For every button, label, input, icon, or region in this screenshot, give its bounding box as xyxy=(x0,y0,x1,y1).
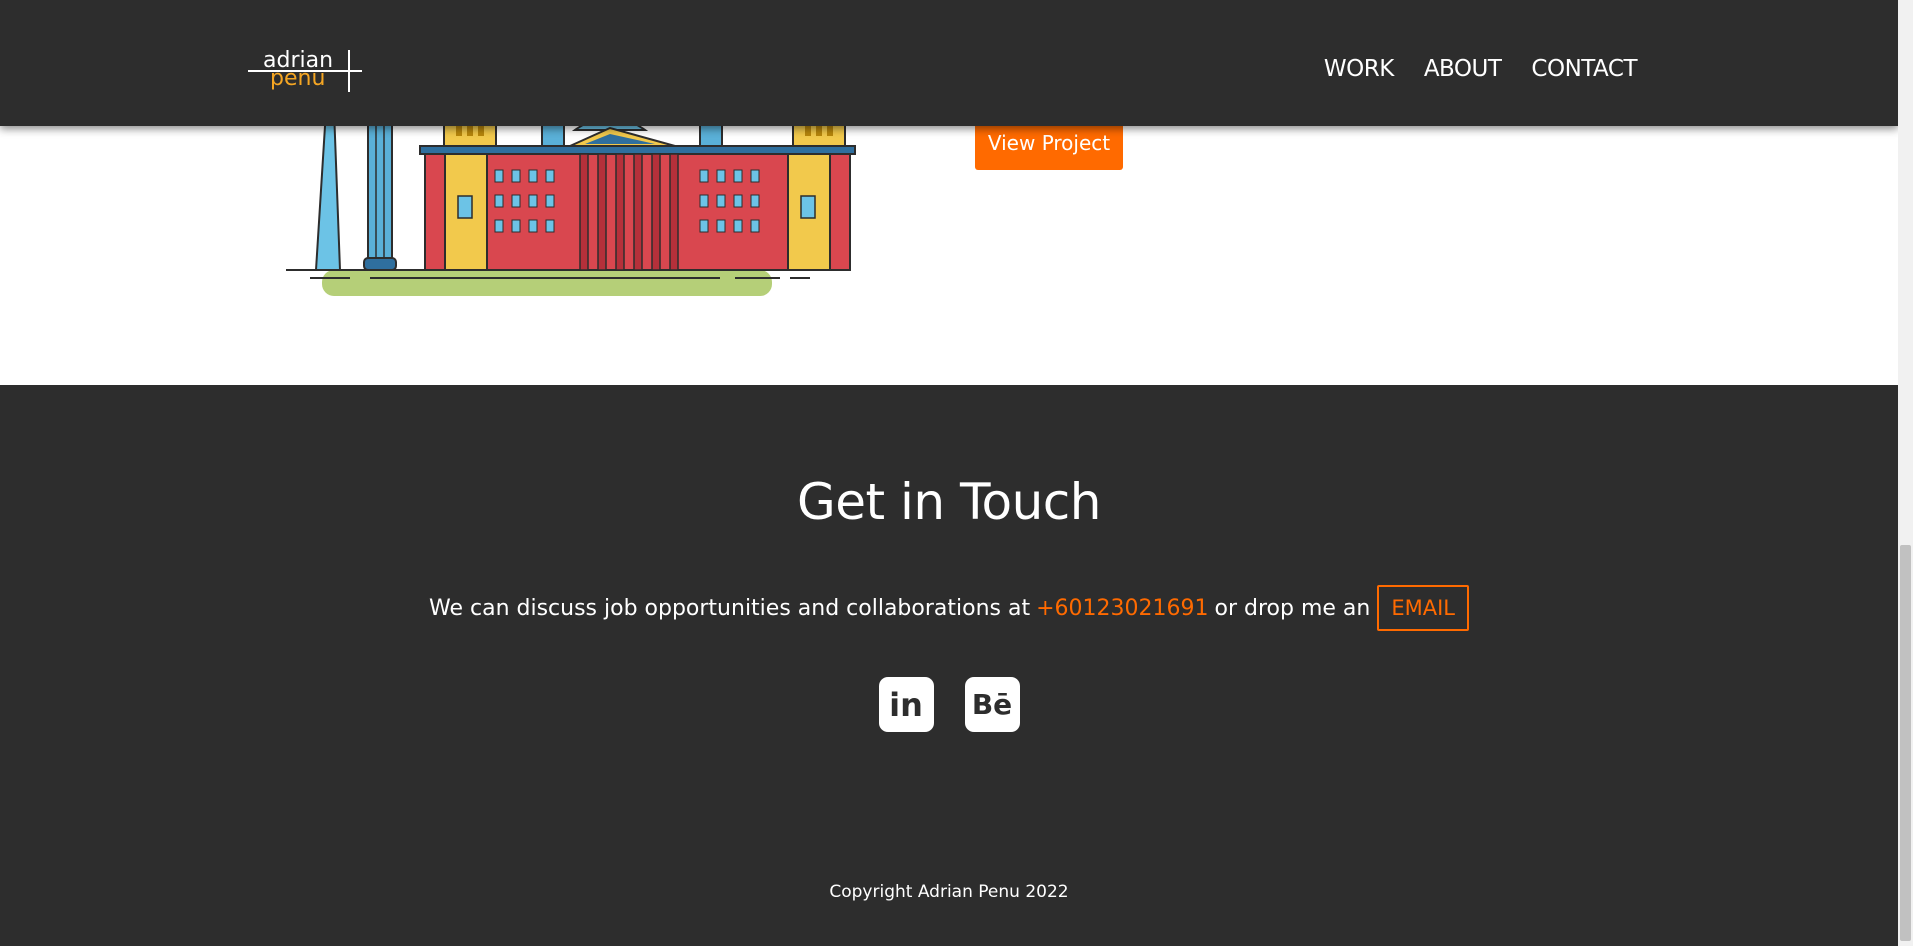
behance-icon: Bē xyxy=(971,688,1013,721)
contact-message-prefix: We can discuss job opportunities and col… xyxy=(429,595,1031,621)
logo-vertical-line xyxy=(348,50,350,92)
nav-link-work[interactable]: WORK xyxy=(1324,56,1394,82)
contact-title: Get in Touch xyxy=(797,473,1102,531)
linkedin-link[interactable]: in xyxy=(878,677,934,732)
behance-link[interactable]: Bē xyxy=(964,677,1020,732)
contact-message-middle: or drop me an xyxy=(1214,595,1371,621)
nav-link-about[interactable]: ABOUT xyxy=(1424,56,1502,82)
phone-link[interactable]: +60123021691 xyxy=(1036,596,1208,621)
vertical-scrollbar[interactable] xyxy=(1898,0,1913,946)
social-links: in Bē xyxy=(0,677,1898,732)
logo[interactable]: adrian penu xyxy=(246,48,362,96)
building-illustration xyxy=(286,110,856,296)
navbar: adrian penu WORK ABOUT CONTACT xyxy=(0,0,1898,126)
main-nav: WORK ABOUT CONTACT xyxy=(1324,56,1638,82)
page-viewport: View Project adrian penu WORK ABOUT CONT… xyxy=(0,0,1898,946)
email-button[interactable]: EMAIL xyxy=(1377,585,1469,631)
contact-section: Get in Touch We can discuss job opportun… xyxy=(0,385,1898,946)
linkedin-icon: in xyxy=(889,685,923,724)
copyright-text: Copyright Adrian Penu 2022 xyxy=(829,882,1069,902)
scrollbar-thumb[interactable] xyxy=(1900,545,1911,941)
contact-message: We can discuss job opportunities and col… xyxy=(0,585,1898,631)
nav-link-contact[interactable]: CONTACT xyxy=(1531,56,1637,82)
logo-horizontal-line xyxy=(248,70,362,72)
